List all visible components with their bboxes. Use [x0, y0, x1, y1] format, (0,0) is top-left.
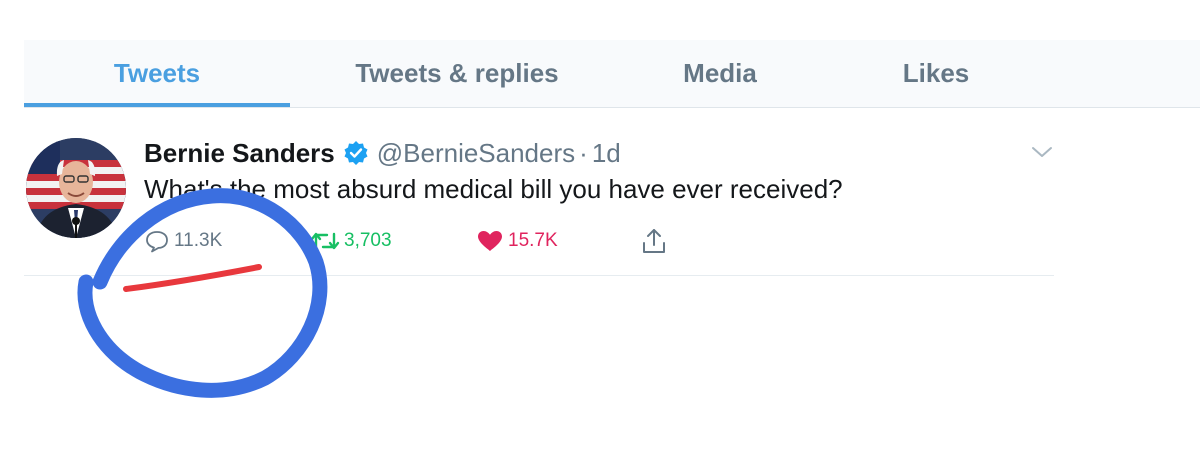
reply-button[interactable]: 11.3K — [144, 226, 222, 256]
author-name[interactable]: Bernie Sanders — [144, 138, 335, 169]
verified-badge-icon — [343, 140, 369, 166]
retweet-icon — [310, 232, 340, 250]
heart-icon — [478, 231, 502, 251]
avatar[interactable] — [26, 138, 126, 238]
chevron-down-icon[interactable] — [1030, 144, 1054, 160]
author-handle[interactable]: @BernieSanders — [377, 138, 575, 169]
retweet-button[interactable]: 3,703 — [310, 226, 392, 256]
tab-tweets[interactable]: Tweets — [24, 40, 290, 107]
share-upload-icon — [643, 229, 665, 253]
reply-count: 11.3K — [174, 230, 223, 251]
tweet-text: What's the most absurd medical bill you … — [144, 174, 843, 204]
speech-bubble-icon — [146, 231, 168, 253]
top-strip — [0, 0, 1200, 40]
profile-timeline: Tweets Tweets & replies Media Likes Bern… — [0, 0, 1200, 452]
tweet-timestamp[interactable]: 1d — [592, 138, 621, 169]
tab-tweets-and-replies[interactable]: Tweets & replies — [290, 40, 624, 107]
tweet-header: Bernie Sanders @BernieSanders · 1d — [144, 136, 621, 170]
share-button[interactable] — [640, 226, 672, 256]
profile-tabs: Tweets Tweets & replies Media Likes — [24, 40, 1200, 108]
tweet[interactable]: Bernie Sanders @BernieSanders · 1d What'… — [24, 110, 1054, 276]
retweet-count: 3,703 — [344, 230, 392, 251]
active-tab-indicator — [24, 103, 290, 107]
like-count: 15.7K — [508, 230, 558, 251]
like-button[interactable]: 15.7K — [476, 226, 558, 256]
tab-media[interactable]: Media — [624, 40, 816, 107]
separator-dot: · — [579, 137, 588, 168]
tab-likes[interactable]: Likes — [816, 40, 1056, 107]
